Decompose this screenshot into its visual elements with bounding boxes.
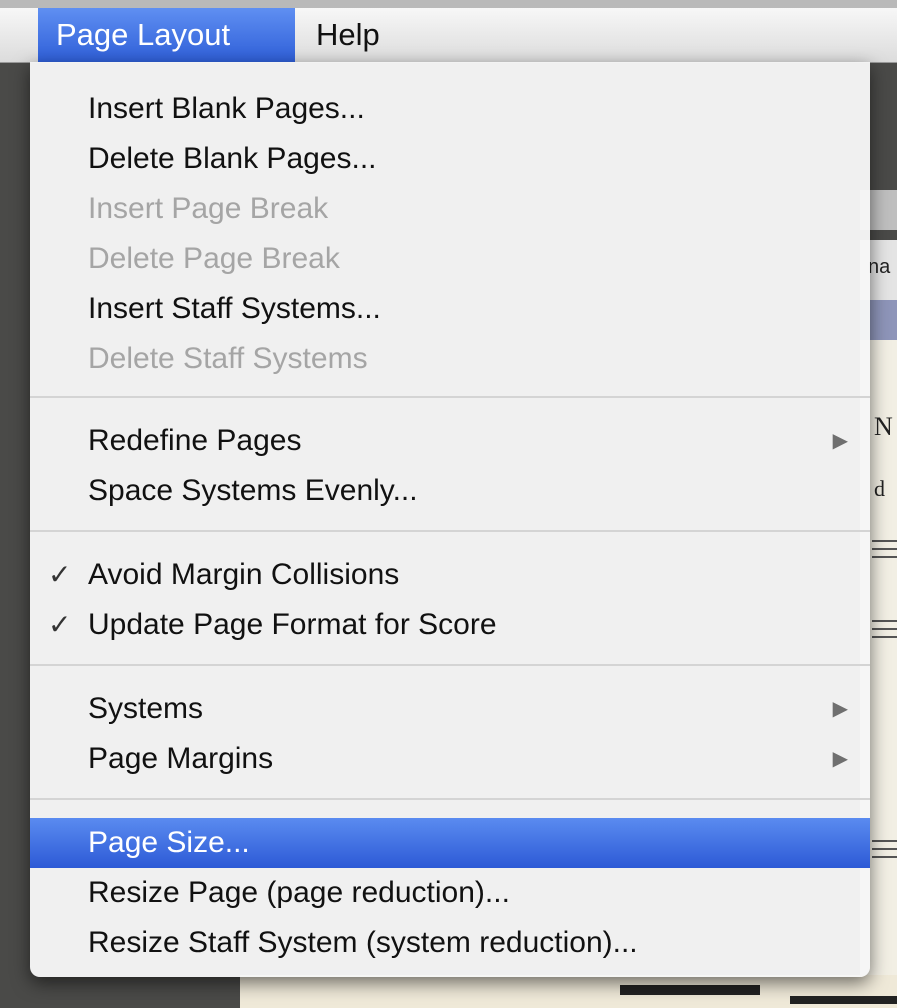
menu-item-page-margins[interactable]: Page Margins ▶ xyxy=(30,734,870,784)
menu-item-label: Page Size... xyxy=(88,826,250,859)
background-text-fragment: d xyxy=(874,476,885,501)
menu-item-update-page-format-for-score[interactable]: ✓ Update Page Format for Score xyxy=(30,600,870,650)
menu-item-resize-page[interactable]: Resize Page (page reduction)... xyxy=(30,868,870,918)
menubar-help[interactable]: Help xyxy=(298,8,408,62)
menu-item-resize-staff-system[interactable]: Resize Staff System (system reduction)..… xyxy=(30,918,870,968)
background-staff-line xyxy=(872,840,897,842)
menu-separator xyxy=(30,664,870,666)
menu-item-insert-blank-pages[interactable]: Insert Blank Pages... xyxy=(30,84,870,134)
menu-item-label: Delete Page Break xyxy=(88,242,340,275)
background-staff-line xyxy=(872,556,897,558)
menu-item-label: Page Margins xyxy=(88,742,274,775)
menu-item-delete-staff-systems[interactable]: Delete Staff Systems xyxy=(30,334,870,384)
background-text-fragment: na xyxy=(868,256,891,278)
background-beam xyxy=(790,996,897,1004)
submenu-arrow-icon: ▶ xyxy=(832,430,848,452)
checkmark-icon: ✓ xyxy=(48,609,72,640)
menu-item-label: Systems xyxy=(88,692,204,725)
menu-item-avoid-margin-collisions[interactable]: ✓ Avoid Margin Collisions xyxy=(30,550,870,600)
menu-item-label: Insert Page Break xyxy=(88,192,329,225)
background-staff-line xyxy=(872,540,897,542)
menu-item-insert-staff-systems[interactable]: Insert Staff Systems... xyxy=(30,284,870,334)
page-layout-menu: Insert Blank Pages... Delete Blank Pages… xyxy=(30,62,870,977)
menu-separator xyxy=(30,798,870,800)
menu-item-label: Resize Page (page reduction)... xyxy=(88,876,510,909)
menu-item-label: Delete Blank Pages... xyxy=(88,142,377,175)
menu-item-label: Insert Blank Pages... xyxy=(88,92,365,125)
background-staff-line xyxy=(872,636,897,638)
background-staff-line xyxy=(872,628,897,630)
menu-separator xyxy=(30,396,870,398)
submenu-arrow-icon: ▶ xyxy=(832,748,848,770)
menu-separator xyxy=(30,530,870,532)
menu-item-page-size[interactable]: Page Size... xyxy=(30,818,870,868)
background-staff-line xyxy=(872,548,897,550)
menu-item-redefine-pages[interactable]: Redefine Pages ▶ xyxy=(30,416,870,466)
menu-item-label: Space Systems Evenly... xyxy=(88,474,418,507)
background-staff-line xyxy=(872,848,897,850)
menu-item-delete-blank-pages[interactable]: Delete Blank Pages... xyxy=(30,134,870,184)
menubar-page-layout[interactable]: Page Layout xyxy=(38,8,295,62)
menu-item-label: Update Page Format for Score xyxy=(88,608,497,641)
background-beam xyxy=(620,985,760,995)
menu-item-space-systems-evenly[interactable]: Space Systems Evenly... xyxy=(30,466,870,516)
checkmark-icon: ✓ xyxy=(48,559,72,590)
menu-bar: Page Layout Help xyxy=(0,8,897,63)
menu-item-systems[interactable]: Systems ▶ xyxy=(30,684,870,734)
menu-item-label: Redefine Pages xyxy=(88,424,302,457)
menu-item-label: Resize Staff System (system reduction)..… xyxy=(88,926,638,959)
background-staff-line xyxy=(872,620,897,622)
menu-item-label: Delete Staff Systems xyxy=(88,342,368,375)
submenu-arrow-icon: ▶ xyxy=(832,698,848,720)
menu-item-label: Insert Staff Systems... xyxy=(88,292,381,325)
background-titlebar xyxy=(0,0,897,8)
background-text-fragment: N xyxy=(874,412,893,441)
menu-item-delete-page-break[interactable]: Delete Page Break xyxy=(30,234,870,284)
menu-item-label: Avoid Margin Collisions xyxy=(88,558,400,591)
menu-item-insert-page-break[interactable]: Insert Page Break xyxy=(30,184,870,234)
background-staff-line xyxy=(872,856,897,858)
